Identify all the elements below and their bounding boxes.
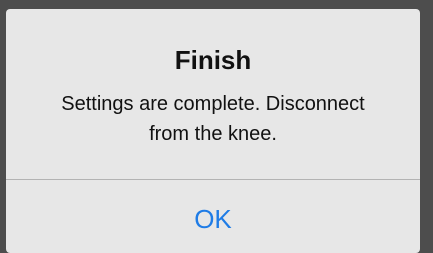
dialog-message: Settings are complete. Disconnect from t… [61, 93, 365, 145]
alert-dialog: Finish Settings are complete. Disconnect… [6, 9, 420, 253]
ok-button[interactable]: OK [6, 180, 420, 253]
dialog-title: Finish [174, 45, 252, 75]
